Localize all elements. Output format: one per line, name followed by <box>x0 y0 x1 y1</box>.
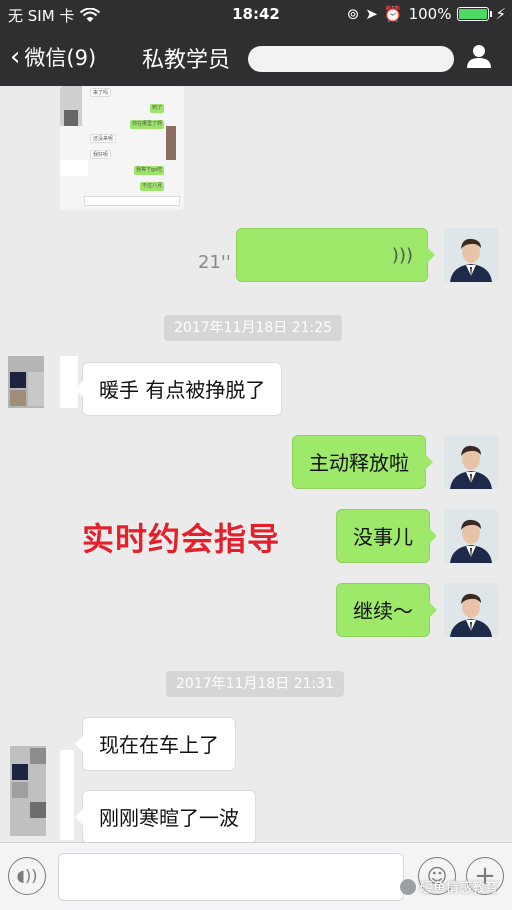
person-photo-icon <box>444 435 498 489</box>
self-avatar[interactable] <box>444 509 498 563</box>
timestamp: 2017年11月18日 21:25 <box>164 315 343 341</box>
shared-image-thumbnail[interactable]: 来了吗 到了 你在哪里了啊 还没来呢 我好呢 我等下go吃 不过八月 <box>60 86 184 210</box>
redacted-name <box>248 46 454 72</box>
message-bubble[interactable]: 现在在车上了 <box>75 717 236 771</box>
alarm-icon: ⏰ <box>383 5 403 23</box>
thumb-line: 来了吗 <box>90 88 112 97</box>
battery-percent: 100% <box>408 5 452 23</box>
thumb-line: 我好呢 <box>90 150 112 159</box>
voice-input-icon[interactable]: ◖)) <box>8 857 46 895</box>
orientation-lock-icon: ⊚ <box>346 5 360 23</box>
chat-title: 私教学员 <box>142 48 231 73</box>
person-photo-icon <box>444 228 498 282</box>
nav-bar: ‹ 微信(9) 私教学员 <box>0 28 512 86</box>
person-photo-icon <box>444 583 498 637</box>
message-bubble[interactable]: 刚刚寒暄了一波 <box>75 790 256 842</box>
watermark: 暖鱼情感教育 <box>399 877 498 896</box>
voice-wave-icon: ))) <box>391 245 413 266</box>
thumb-line: 还没来呢 <box>90 134 117 143</box>
status-bar: 无 SIM 卡 18:42 ⊚ ➤ ⏰ 100% ⚡ <box>0 0 512 28</box>
self-avatar[interactable] <box>444 435 498 489</box>
message-bubble[interactable]: 没事儿 <box>336 509 437 563</box>
timestamp: 2017年11月18日 21:31 <box>166 671 345 697</box>
location-icon: ➤ <box>365 5 378 23</box>
message-bubble[interactable]: 暖手 有点被挣脱了 <box>74 362 283 416</box>
chat-area[interactable]: 来了吗 到了 你在哪里了啊 还没来呢 我好呢 我等下go吃 不过八月 21'' … <box>0 86 512 842</box>
voice-duration: 21'' <box>198 252 231 273</box>
back-label: 微信(9) <box>24 46 97 70</box>
message-bubble[interactable]: 主动释放啦 <box>292 435 433 489</box>
overlay-caption: 实时约会指导 <box>82 520 281 558</box>
person-photo-icon <box>444 509 498 563</box>
watermark-text: 暖鱼情感教育 <box>419 881 498 896</box>
top-bar: 无 SIM 卡 18:42 ⊚ ➤ ⏰ 100% ⚡ ‹ 微信(9) 私教学员 <box>0 0 512 86</box>
thumb-line: 你在哪里了啊 <box>130 120 165 129</box>
contact-avatar[interactable] <box>4 356 48 408</box>
charging-icon: ⚡ <box>495 5 506 23</box>
contact-profile-icon[interactable] <box>466 43 492 69</box>
message-input[interactable] <box>58 853 404 901</box>
self-avatar[interactable] <box>444 228 498 282</box>
back-button[interactable]: ‹ 微信(9) <box>10 42 96 72</box>
voice-message-bubble[interactable]: ))) <box>236 228 435 282</box>
thumb-line: 到了 <box>150 104 165 113</box>
thumb-line: 我等下go吃 <box>134 166 165 175</box>
thumb-line: 不过八月 <box>140 182 165 191</box>
contact-avatar[interactable] <box>4 716 48 836</box>
wechat-logo-icon <box>399 878 416 895</box>
self-avatar[interactable] <box>444 583 498 637</box>
chevron-left-icon: ‹ <box>10 42 21 72</box>
input-bar: ◖)) ☺ + 暖鱼情感教育 <box>0 842 512 910</box>
battery-icon <box>457 7 493 21</box>
message-bubble[interactable]: 继续～ <box>336 583 437 637</box>
